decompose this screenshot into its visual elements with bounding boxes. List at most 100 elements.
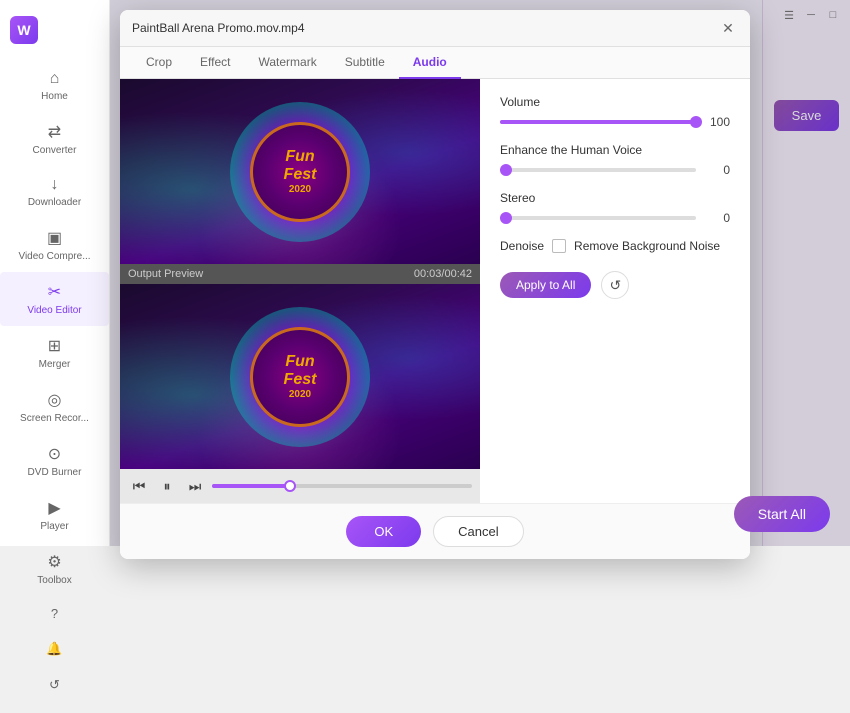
input-preview: Fun Fest 2020 [120, 79, 480, 264]
volume-label: Volume [500, 95, 730, 109]
rewind-button[interactable]: ⏮ [128, 475, 150, 497]
dialog-title: PaintBall Arena Promo.mov.mp4 [132, 21, 305, 35]
sidebar-item-label: Merger [39, 359, 71, 370]
sidebar-item-label: Home [41, 91, 68, 102]
tab-subtitle[interactable]: Subtitle [331, 47, 399, 79]
sidebar-item-player[interactable]: ▶ Player [0, 488, 109, 542]
sidebar-item-label: Video Editor [27, 305, 81, 316]
sidebar-item-screen-recorder[interactable]: ◎ Screen Recor... [0, 380, 109, 434]
sidebar-item-label: Toolbox [37, 575, 71, 586]
action-row: Apply to All ↺ [500, 271, 730, 299]
merger-icon: ⊞ [48, 336, 61, 356]
tab-watermark[interactable]: Watermark [244, 47, 330, 79]
festival-logo: Fun Fest 2020 [250, 122, 350, 222]
maximize-button[interactable]: □ [826, 8, 840, 22]
dialog-titlebar: PaintBall Arena Promo.mov.mp4 ✕ [120, 10, 750, 47]
festival-text-line2: Fest [284, 166, 317, 184]
remove-bg-noise-label: Remove Background Noise [574, 239, 720, 253]
volume-slider[interactable] [500, 120, 696, 124]
enhance-slider-row: 0 [500, 163, 730, 177]
enhance-value: 0 [706, 163, 730, 177]
tab-effect[interactable]: Effect [186, 47, 244, 79]
stereo-slider-row: 0 [500, 211, 730, 225]
sidebar-item-label: Video Compre... [18, 251, 90, 262]
reset-button[interactable]: ↺ [601, 271, 629, 299]
sidebar-item-label: Downloader [28, 197, 81, 208]
minimize-button[interactable]: ─ [804, 8, 818, 22]
start-all-button[interactable]: Start All [734, 496, 830, 532]
festival-text-line2-2: Fest [284, 371, 317, 389]
downloader-icon: ↓ [51, 176, 59, 194]
video-controls: ⏮ ⏸ ⏭ [120, 469, 480, 503]
notifications-button[interactable]: 🔔 [0, 631, 109, 667]
timestamp: 00:03/00:42 [414, 268, 472, 280]
refresh-icon: ↺ [49, 677, 60, 693]
stereo-slider[interactable] [500, 216, 696, 220]
remove-bg-noise-checkbox[interactable] [552, 239, 566, 253]
dialog-footer: OK Cancel [120, 503, 750, 559]
audio-panel: Volume 100 Enhance the Human Voice [480, 79, 750, 503]
volume-slider-row: 100 [500, 115, 730, 129]
enhance-label: Enhance the Human Voice [500, 143, 730, 157]
sidebar-item-label: Screen Recor... [20, 413, 89, 424]
edit-dialog: PaintBall Arena Promo.mov.mp4 ✕ Crop Eff… [120, 10, 750, 559]
record-icon: ◎ [48, 390, 62, 410]
hamburger-button[interactable]: ☰ [782, 8, 796, 22]
sidebar-item-dvd-burner[interactable]: ⊙ DVD Burner [0, 434, 109, 488]
festival-logo-2: Fun Fest 2020 [250, 327, 350, 427]
window-controls: ☰ ─ □ [772, 0, 850, 30]
progress-fill [212, 484, 290, 488]
enhance-thumb [500, 164, 512, 176]
denoise-row: Denoise Remove Background Noise [500, 239, 730, 253]
volume-thumb [690, 116, 702, 128]
compress-icon: ▣ [47, 228, 62, 248]
scissors-icon: ✂ [48, 282, 61, 302]
sidebar-item-home[interactable]: ⌂ Home [0, 60, 109, 112]
tab-crop[interactable]: Crop [132, 47, 186, 79]
sidebar-item-toolbox[interactable]: ⚙ Toolbox [0, 542, 109, 596]
sidebar-item-video-compressor[interactable]: ▣ Video Compre... [0, 218, 109, 272]
video-panel: Fun Fest 2020 Output Preview 00:03/00:42… [120, 79, 480, 503]
festival-text-line1: Fun [285, 148, 314, 166]
sidebar-item-converter[interactable]: ⇄ Converter [0, 112, 109, 166]
bell-icon: 🔔 [46, 641, 62, 657]
festival-text-line1-2: Fun [285, 353, 314, 371]
progress-bar[interactable] [212, 484, 472, 488]
help-button[interactable]: ? [0, 596, 109, 631]
converter-icon: ⇄ [48, 122, 61, 142]
stereo-value: 0 [706, 211, 730, 225]
close-button[interactable]: ✕ [718, 18, 738, 38]
sidebar-item-merger[interactable]: ⊞ Merger [0, 326, 109, 380]
app-logo: W [0, 8, 109, 60]
progress-thumb [284, 480, 296, 492]
festival-year: 2020 [289, 184, 311, 195]
home-icon: ⌂ [50, 70, 60, 88]
sidebar-item-downloader[interactable]: ↓ Downloader [0, 166, 109, 218]
stereo-group: Stereo 0 [500, 191, 730, 225]
sidebar-item-video-editor[interactable]: ✂ Video Editor [0, 272, 109, 326]
enhance-slider[interactable] [500, 168, 696, 172]
refresh-button[interactable]: ↺ [0, 667, 109, 703]
dialog-body: Fun Fest 2020 Output Preview 00:03/00:42… [120, 79, 750, 503]
tab-audio[interactable]: Audio [399, 47, 461, 79]
apply-all-button[interactable]: Apply to All [500, 272, 591, 298]
dialog-tabs: Crop Effect Watermark Subtitle Audio [120, 47, 750, 79]
festival-year-2: 2020 [289, 389, 311, 400]
output-preview: Fun Fest 2020 [120, 284, 480, 469]
toolbox-icon: ⚙ [47, 552, 61, 572]
pause-button[interactable]: ⏸ [156, 475, 178, 497]
dialog-overlay: PaintBall Arena Promo.mov.mp4 ✕ Crop Eff… [110, 0, 850, 546]
volume-value: 100 [706, 115, 730, 129]
volume-group: Volume 100 [500, 95, 730, 129]
logo-icon: W [10, 16, 38, 44]
dvd-icon: ⊙ [48, 444, 61, 464]
ok-button[interactable]: OK [346, 516, 421, 547]
sidebar-bottom: ? 🔔 ↺ [0, 596, 109, 713]
denoise-label: Denoise [500, 239, 544, 253]
play-icon: ▶ [48, 498, 60, 518]
sidebar: W ⌂ Home ⇄ Converter ↓ Downloader ▣ Vide… [0, 0, 110, 546]
cancel-button[interactable]: Cancel [433, 516, 523, 547]
stereo-label: Stereo [500, 191, 730, 205]
output-preview-label: Output Preview [128, 268, 203, 280]
forward-button[interactable]: ⏭ [184, 475, 206, 497]
